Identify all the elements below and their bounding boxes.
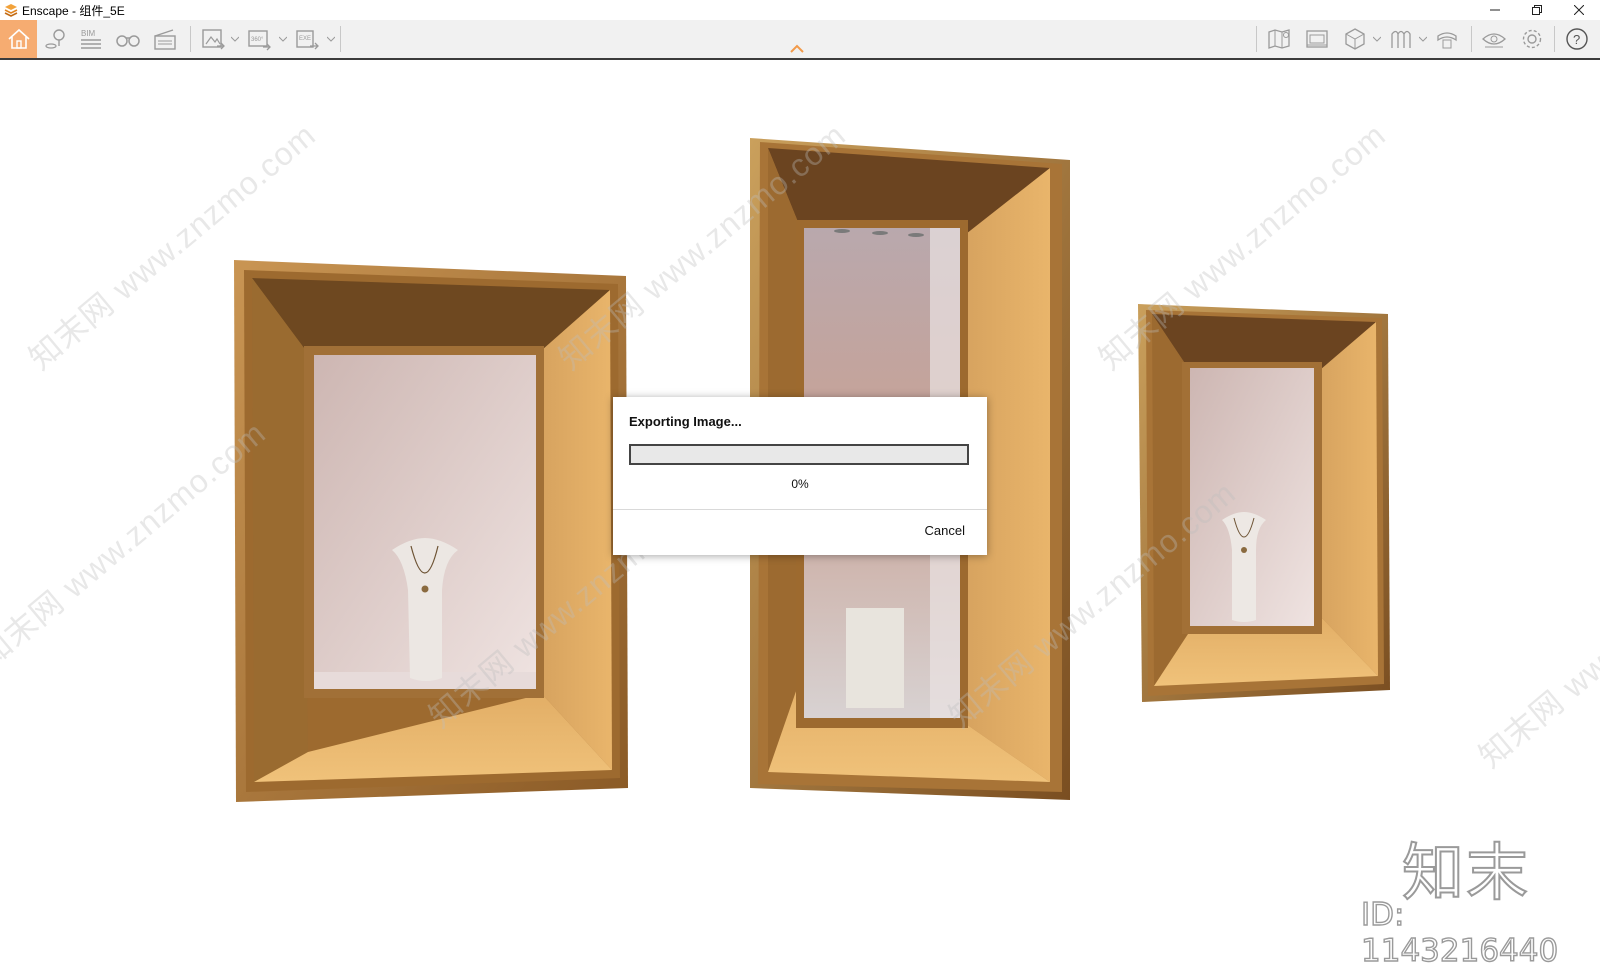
settings-gear-icon <box>1522 29 1542 49</box>
cube-view-icon <box>1345 28 1365 50</box>
chevron-down-icon <box>231 36 239 42</box>
walk-mode-button[interactable] <box>111 22 145 56</box>
dialog-divider <box>613 509 987 510</box>
export-progress-dialog: Exporting Image... 0% Cancel <box>613 397 987 555</box>
help-icon: ? <box>1566 28 1588 50</box>
chevron-down-icon <box>1419 36 1427 42</box>
svg-text:?: ? <box>1573 32 1580 47</box>
image-id-watermark: ID: 1143216440 <box>1360 896 1559 969</box>
bim-icon: BIM <box>81 29 101 49</box>
help-button[interactable]: ? <box>1560 22 1594 56</box>
restore-icon <box>1532 5 1542 15</box>
render-image-button[interactable] <box>196 22 230 56</box>
settings-button[interactable] <box>1515 22 1549 56</box>
panorama-button[interactable]: 360° <box>242 22 276 56</box>
display-frame-left <box>234 260 628 802</box>
asset-library-icon <box>1391 30 1411 48</box>
panorama-options-dropdown[interactable] <box>278 34 288 44</box>
material-editor-button[interactable] <box>1430 22 1464 56</box>
location-pin-icon <box>45 29 65 49</box>
clapperboard-icon <box>154 29 176 50</box>
render-image-icon <box>202 29 225 50</box>
screenshot-button[interactable] <box>1300 22 1334 56</box>
binoculars-icon <box>116 35 140 47</box>
minimize-icon <box>1490 9 1500 11</box>
export-exe-icon: EXE <box>296 30 319 50</box>
map-button[interactable] <box>1262 22 1296 56</box>
panorama-label: 360° <box>251 37 264 43</box>
map-icon <box>1268 29 1290 49</box>
export-options-dropdown[interactable] <box>326 34 336 44</box>
minimize-button[interactable] <box>1474 0 1516 20</box>
window-title: Enscape - 组件_5E <box>22 3 125 18</box>
chevron-down-icon <box>327 36 335 42</box>
video-editor-button[interactable] <box>148 22 182 56</box>
title-bar: Enscape - 组件_5E <box>0 0 1600 20</box>
visual-settings-button[interactable] <box>1477 22 1511 56</box>
home-icon <box>7 28 30 49</box>
dialog-title: Exporting Image... <box>629 414 742 429</box>
restore-button[interactable] <box>1516 0 1558 20</box>
eye-icon <box>1482 33 1506 48</box>
watermark-text: 知末网 www.znzmo.com <box>1472 514 1600 775</box>
enscape-logo-icon <box>4 4 18 17</box>
bim-label: BIM <box>81 29 96 38</box>
chevron-down-icon <box>279 36 287 42</box>
material-icon <box>1437 32 1457 49</box>
asset-library-dropdown[interactable] <box>1418 34 1428 44</box>
render-options-dropdown[interactable] <box>230 34 240 44</box>
asset-library-button[interactable] <box>1384 22 1418 56</box>
close-button[interactable] <box>1558 0 1600 20</box>
home-button[interactable] <box>0 20 37 58</box>
chevron-up-icon[interactable] <box>789 43 805 55</box>
progress-percent-label: 0% <box>791 477 809 491</box>
panorama-360-icon: 360° <box>248 30 271 51</box>
screenshot-icon <box>1306 30 1328 48</box>
cancel-button[interactable]: Cancel <box>925 523 965 538</box>
chevron-down-icon <box>1373 36 1381 42</box>
bim-button[interactable]: BIM <box>74 22 108 56</box>
views-button[interactable] <box>39 22 73 56</box>
display-frame-right <box>1138 304 1390 702</box>
progress-bar <box>629 444 969 465</box>
exe-label: EXE <box>299 36 311 42</box>
cube-view-dropdown[interactable] <box>1372 34 1382 44</box>
close-icon <box>1574 5 1584 15</box>
toolbar: BIM 360° EXE ? <box>0 20 1600 60</box>
cube-view-button[interactable] <box>1338 22 1372 56</box>
export-exe-button[interactable]: EXE <box>290 22 324 56</box>
